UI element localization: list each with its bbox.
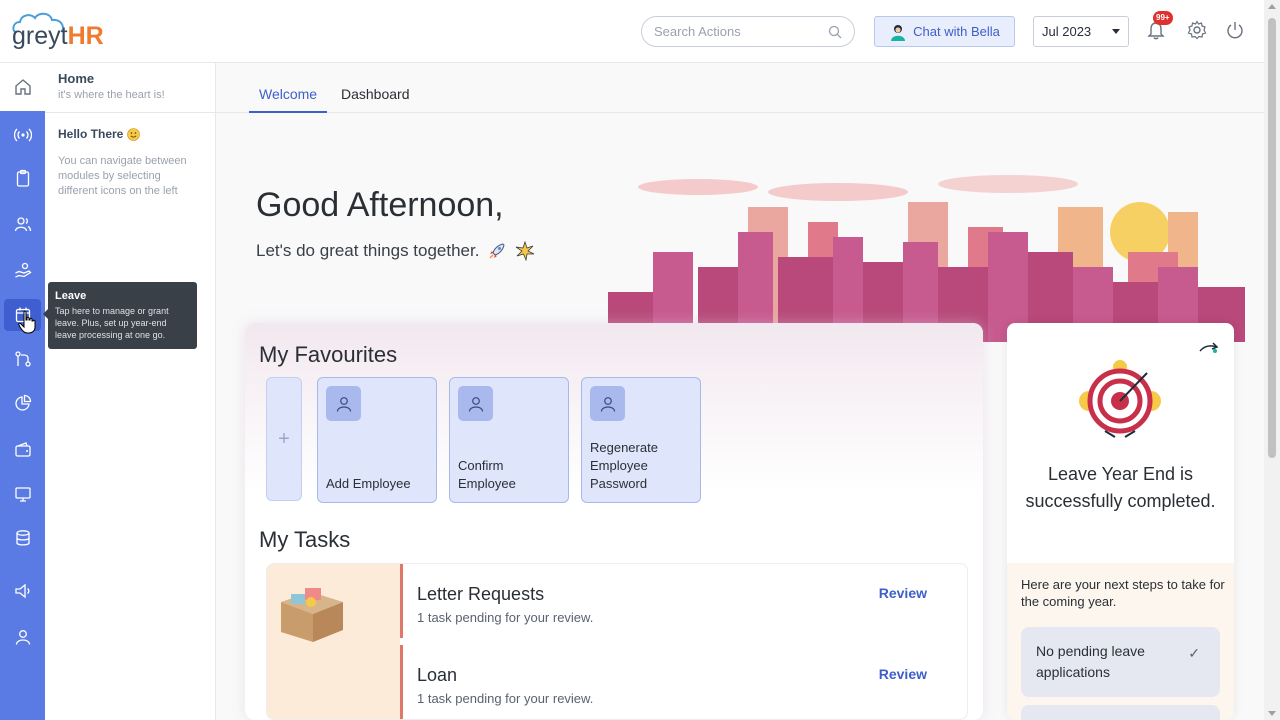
people-icon <box>14 217 31 232</box>
rail-database-button[interactable] <box>4 522 41 554</box>
rail-tasks-button[interactable] <box>4 162 41 194</box>
monitor-icon <box>14 487 31 502</box>
favourites-title: My Favourites <box>259 342 398 367</box>
next-steps-section: Here are your next steps to take for the… <box>1007 563 1234 720</box>
tab-welcome[interactable]: Welcome <box>249 86 328 113</box>
hand-coin-icon <box>14 262 32 278</box>
rail-home-button[interactable] <box>0 63 45 111</box>
favourite-label: Add Employee <box>326 476 411 491</box>
tab-bar: Welcome Dashboard <box>216 63 1264 113</box>
favourite-label: Confirm Employee <box>458 458 516 491</box>
leave-year-end-title: Leave Year End is successfully completed… <box>1025 464 1216 511</box>
home-icon <box>14 79 31 95</box>
chat-with-bella-button[interactable]: Chat with Bella <box>874 16 1015 47</box>
favourite-label: Regenerate Employee Password <box>590 440 658 491</box>
hello-heading: Hello There <box>58 127 202 141</box>
notification-badge: 99+ <box>1153 11 1173 25</box>
panel-title: Home <box>58 71 95 86</box>
next-step-label: No pending leave applications <box>1036 643 1145 680</box>
hello-title: Hello There <box>58 127 124 141</box>
rail-profile-button[interactable] <box>4 621 41 653</box>
chat-label: Chat with Bella <box>913 24 1000 39</box>
rail-desktop-button[interactable] <box>4 478 41 510</box>
city-skyline-illustration <box>608 175 1245 342</box>
workflow-icon <box>14 351 31 367</box>
wallet-icon <box>14 442 31 457</box>
rail-announcements-button[interactable] <box>4 575 41 607</box>
hello-text: You can navigate between modules by sele… <box>58 155 187 197</box>
user-icon <box>15 630 30 645</box>
rail-workflow-button[interactable] <box>4 343 41 375</box>
tab-dashboard[interactable]: Dashboard <box>331 86 420 113</box>
greeting-subtitle-row: Let's do great things together. <box>256 241 535 261</box>
greeting-subtitle: Let's do great things together. <box>256 241 480 260</box>
checkmark-icon: ✓ <box>1188 645 1200 661</box>
review-link[interactable]: Review <box>879 666 927 682</box>
sparkle-emoji-icon <box>516 241 535 261</box>
tooltip-text: Tap here to manage or grant leave. Plus,… <box>55 306 169 340</box>
target-icon <box>1079 360 1161 438</box>
hand-pointer-cursor-icon <box>18 310 36 334</box>
task-status: 1 task pending for your review. <box>417 610 594 625</box>
leave-year-end-card: Leave Year End is successfully completed… <box>1007 323 1234 720</box>
next-steps-note: Here are your next steps to take for the… <box>1021 577 1225 609</box>
scroll-down-arrow-icon[interactable] <box>1268 711 1276 716</box>
greeting-title: Good Afternoon, <box>256 186 504 224</box>
task-name: Letter Requests <box>417 584 545 604</box>
next-step-item[interactable]: No pending leave applications ✓ <box>1021 627 1220 697</box>
hello-section: Hello There You can navigate between mod… <box>45 113 215 213</box>
task-row-loan[interactable]: Loan 1 task pending for your review. Rev… <box>400 645 967 719</box>
power-logout-icon[interactable] <box>1224 19 1246 41</box>
task-box-illustration <box>267 564 400 719</box>
add-favourite-button[interactable]: + <box>266 377 302 501</box>
logo-wordmark: greytHR <box>12 22 104 50</box>
month-selector[interactable]: Jul 2023 <box>1033 16 1129 47</box>
rail-engage-button[interactable] <box>4 119 41 151</box>
search-input[interactable]: Search Actions <box>641 16 855 47</box>
database-icon <box>15 530 30 546</box>
task-status: 1 task pending for your review. <box>417 691 594 706</box>
next-step-item-placeholder <box>1021 705 1220 720</box>
rail-reports-button[interactable] <box>4 387 41 419</box>
search-placeholder: Search Actions <box>654 24 741 39</box>
month-value: Jul 2023 <box>1042 24 1092 39</box>
megaphone-icon <box>14 583 29 599</box>
rail-payroll-button[interactable] <box>4 254 41 286</box>
smiley-emoji-icon <box>127 127 141 141</box>
bella-avatar-icon <box>891 24 906 41</box>
arrow-right-icon[interactable] <box>1199 341 1219 355</box>
tasks-list: Letter Requests 1 task pending for your … <box>266 563 968 720</box>
panel-subtitle: it's where the heart is! <box>58 89 165 101</box>
tooltip-title: Leave <box>55 290 87 302</box>
panel-header: Home it's where the heart is! <box>45 63 215 113</box>
favourite-add-employee[interactable]: Add Employee <box>317 377 437 503</box>
user-icon <box>326 386 361 421</box>
page-scrollbar[interactable] <box>1264 0 1280 720</box>
rocket-emoji-icon <box>489 243 506 259</box>
rail-employees-button[interactable] <box>4 208 41 240</box>
favourite-regenerate-password[interactable]: Regenerate Employee Password <box>581 377 701 503</box>
settings-gear-icon[interactable] <box>1186 19 1208 41</box>
rail-wallet-button[interactable] <box>4 434 41 466</box>
scroll-up-arrow-icon[interactable] <box>1268 4 1276 9</box>
task-row-letter-requests[interactable]: Letter Requests 1 task pending for your … <box>400 564 967 638</box>
user-icon <box>458 386 493 421</box>
clipboard-icon <box>16 169 29 187</box>
review-link[interactable]: Review <box>879 585 927 601</box>
user-icon <box>590 386 625 421</box>
favourite-confirm-employee[interactable]: Confirm Employee <box>449 377 569 503</box>
pie-chart-icon <box>14 394 31 411</box>
task-name: Loan <box>417 665 458 685</box>
home-side-panel: Home it's where the heart is! Hello Ther… <box>45 63 216 720</box>
top-bar: greytHR Search Actions Chat with Bella J… <box>0 0 1280 63</box>
tasks-title: My Tasks <box>259 527 351 552</box>
chevron-down-icon <box>1112 29 1120 34</box>
search-icon[interactable] <box>828 25 842 39</box>
scrollbar-thumb[interactable] <box>1268 18 1276 458</box>
broadcast-icon <box>13 128 32 142</box>
leave-tooltip: Leave Tap here to manage or grant leave.… <box>43 282 197 349</box>
